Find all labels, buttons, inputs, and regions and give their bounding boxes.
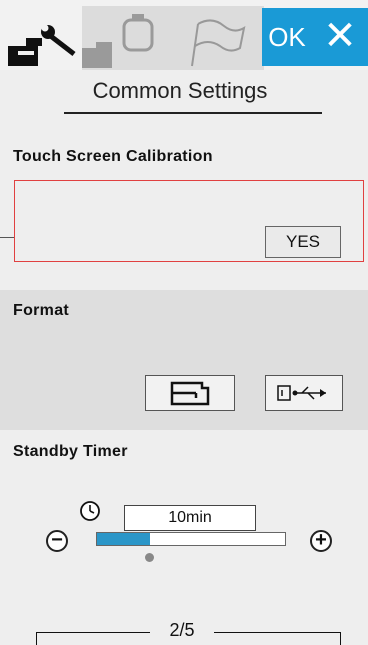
standby-timer-slider[interactable] xyxy=(96,532,286,546)
timer-increase-button[interactable]: + xyxy=(310,530,332,552)
tab-embroidery-settings[interactable] xyxy=(82,6,172,70)
format-label: Format xyxy=(13,302,70,319)
embroidery-hoop-icon xyxy=(82,14,154,68)
clock-icon xyxy=(80,501,100,521)
page-title: Common Settings xyxy=(92,78,268,103)
format-usb-button[interactable] xyxy=(265,375,343,411)
calibration-yes-button[interactable]: YES xyxy=(265,226,341,258)
flag-icon xyxy=(191,19,246,67)
touch-calibration-label: Touch Screen Calibration xyxy=(13,148,213,165)
ok-button[interactable]: OK xyxy=(262,8,312,66)
slider-handle[interactable] xyxy=(145,553,154,562)
title-underline xyxy=(64,112,322,114)
pager-line-left xyxy=(36,632,152,633)
pager-frame-right xyxy=(340,632,341,645)
slider-fill xyxy=(97,533,150,545)
pager-line-right xyxy=(214,632,340,633)
machine-wrench-icon xyxy=(8,24,76,66)
close-button[interactable]: ✕ xyxy=(312,8,368,66)
callout-leader-line xyxy=(0,237,14,238)
usb-icon xyxy=(277,385,326,401)
standby-timer-value: 10min xyxy=(124,505,256,531)
tab-common-settings[interactable] xyxy=(8,6,90,70)
tab-language[interactable] xyxy=(172,6,264,70)
standby-timer-label: Standby Timer xyxy=(13,443,128,460)
timer-decrease-button[interactable]: − xyxy=(46,530,68,552)
format-machine-memory-button[interactable] xyxy=(145,375,235,411)
machine-memory-icon xyxy=(170,381,210,406)
pager-frame-left xyxy=(36,632,37,645)
page-indicator: 2/5 xyxy=(150,620,214,641)
tab-bar: OK ✕ xyxy=(0,0,368,70)
